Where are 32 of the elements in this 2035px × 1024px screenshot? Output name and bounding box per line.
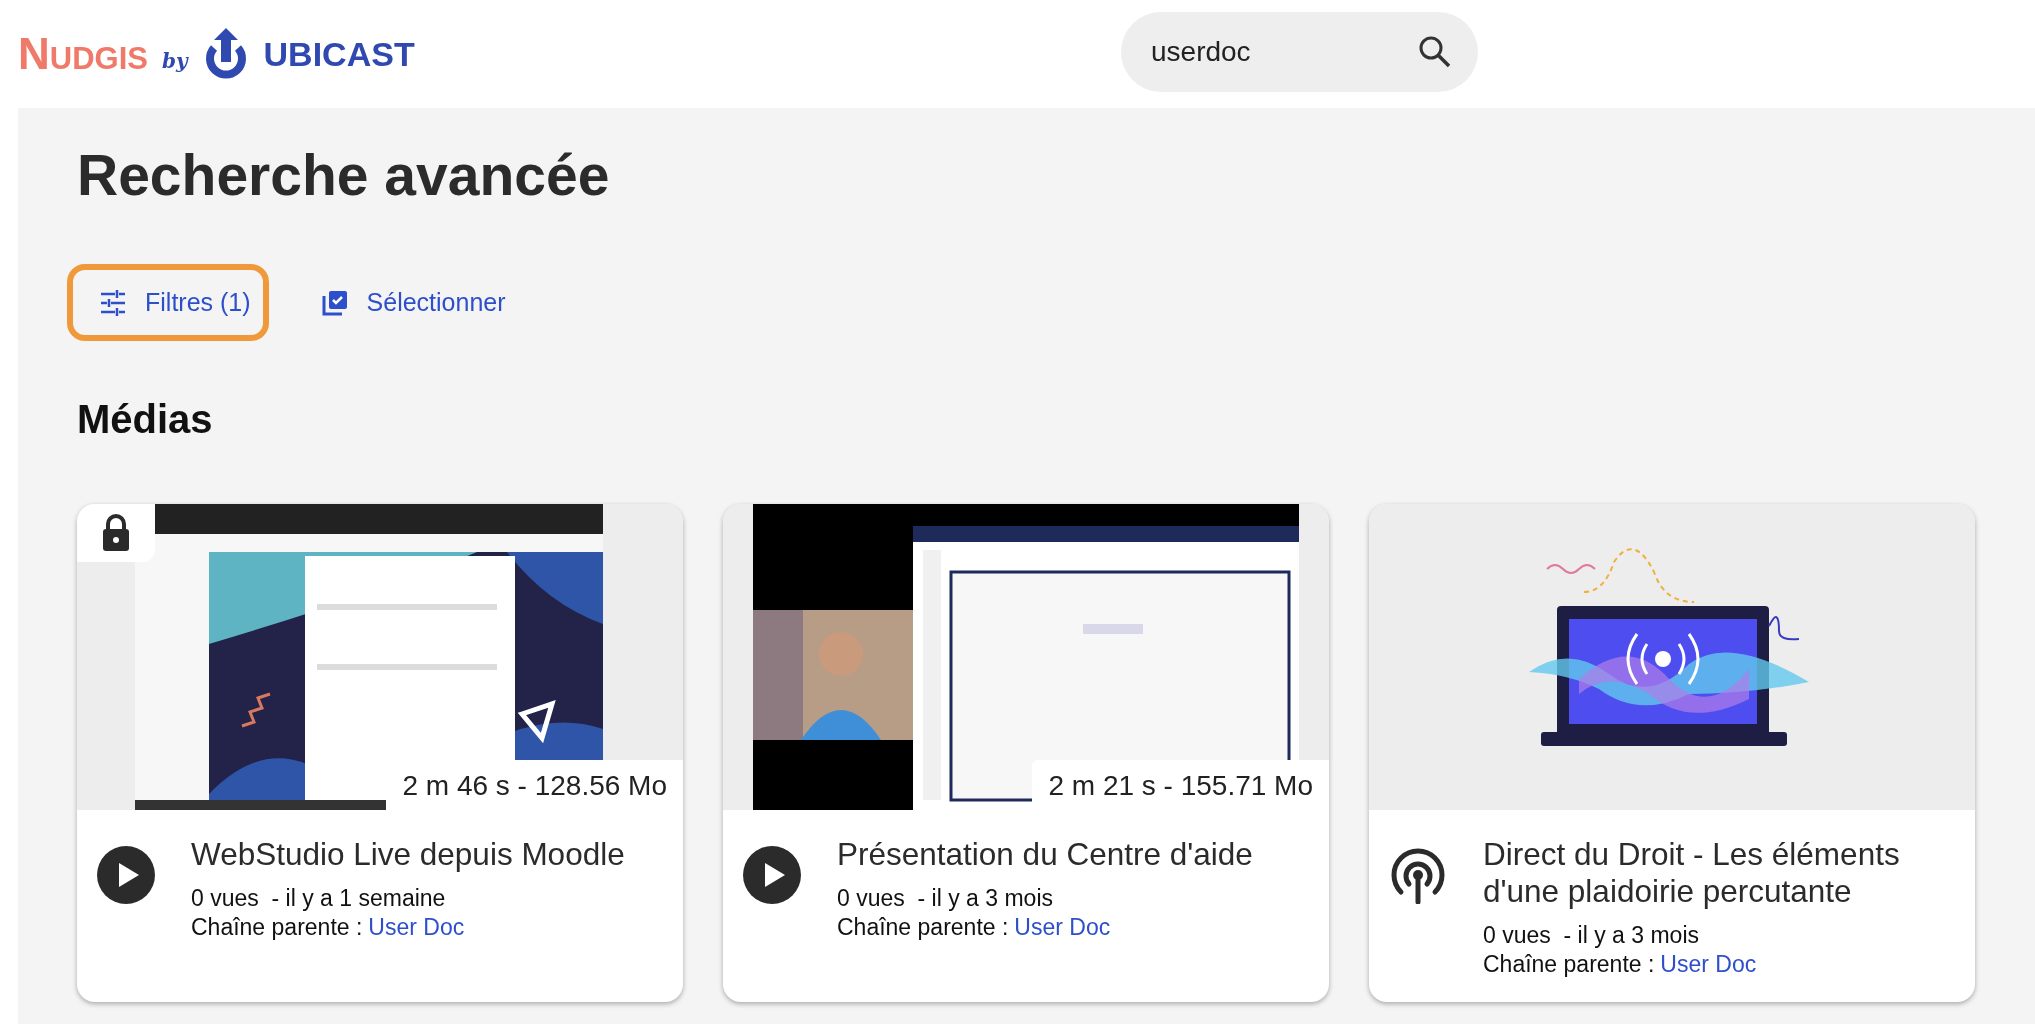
channel-link[interactable]: User Doc xyxy=(368,914,465,942)
logo-company: UBICAST xyxy=(263,34,415,74)
parent-label: Chaîne parente : xyxy=(191,914,363,942)
play-icon[interactable] xyxy=(97,846,155,905)
duration-label: 2 m 46 s - 128.56 Mo xyxy=(386,760,683,811)
broadcast-icon xyxy=(1389,846,1447,905)
logo-brand: Nudgis xyxy=(18,29,148,79)
media-card[interactable]: Direct du Droit - Les éléments d'une plaidoirie percutante 0 vues - il y a 3 mois Chaîne parente : User Doc xyxy=(1369,504,1975,1003)
media-meta: 0 vues - il y a 3 mois xyxy=(837,885,1055,913)
checkbox-stack-icon xyxy=(320,288,349,317)
lock-icon xyxy=(101,513,131,554)
media-title[interactable]: Présentation du Centre d'aide xyxy=(837,836,1253,874)
media-card[interactable]: 2 m 21 s - 155.71 Mo Présentation du Centre d'aide 0 vues - il y a 3 mois Chaîne parente : User Doc xyxy=(723,504,1329,1003)
duration-label: 2 m 21 s - 155.71 Mo xyxy=(1032,760,1329,811)
logo-by: by xyxy=(161,49,188,73)
search-icon[interactable] xyxy=(1418,35,1452,69)
select-button[interactable]: Sélectionner xyxy=(288,264,524,342)
filters-button[interactable]: Filtres (1) xyxy=(67,264,269,342)
media-meta: 0 vues - il y a 1 semaine xyxy=(191,885,447,913)
section-title: Médias xyxy=(77,397,214,443)
media-card[interactable]: 2 m 46 s - 128.56 Mo WebStudio Live depuis Moodle 0 vues - il y a 1 semaine Chaîne parente : User Doc xyxy=(77,504,683,1003)
channel-link[interactable]: User Doc xyxy=(1014,914,1111,942)
media-title[interactable]: WebStudio Live depuis Moodle xyxy=(191,836,625,874)
media-meta: 0 vues - il y a 3 mois xyxy=(1483,922,1701,950)
sliders-icon xyxy=(99,288,127,317)
parent-label: Chaîne parente : xyxy=(1483,951,1655,979)
page-title: Recherche avancée xyxy=(77,142,611,209)
search-field[interactable]: userdoc xyxy=(1121,12,1478,92)
channel-link[interactable]: User Doc xyxy=(1660,951,1757,979)
parent-label: Chaîne parente : xyxy=(837,914,1009,942)
media-title[interactable]: Direct du Droit - Les éléments d'une plaidoirie percutante xyxy=(1483,836,1955,911)
play-icon[interactable] xyxy=(743,846,801,905)
